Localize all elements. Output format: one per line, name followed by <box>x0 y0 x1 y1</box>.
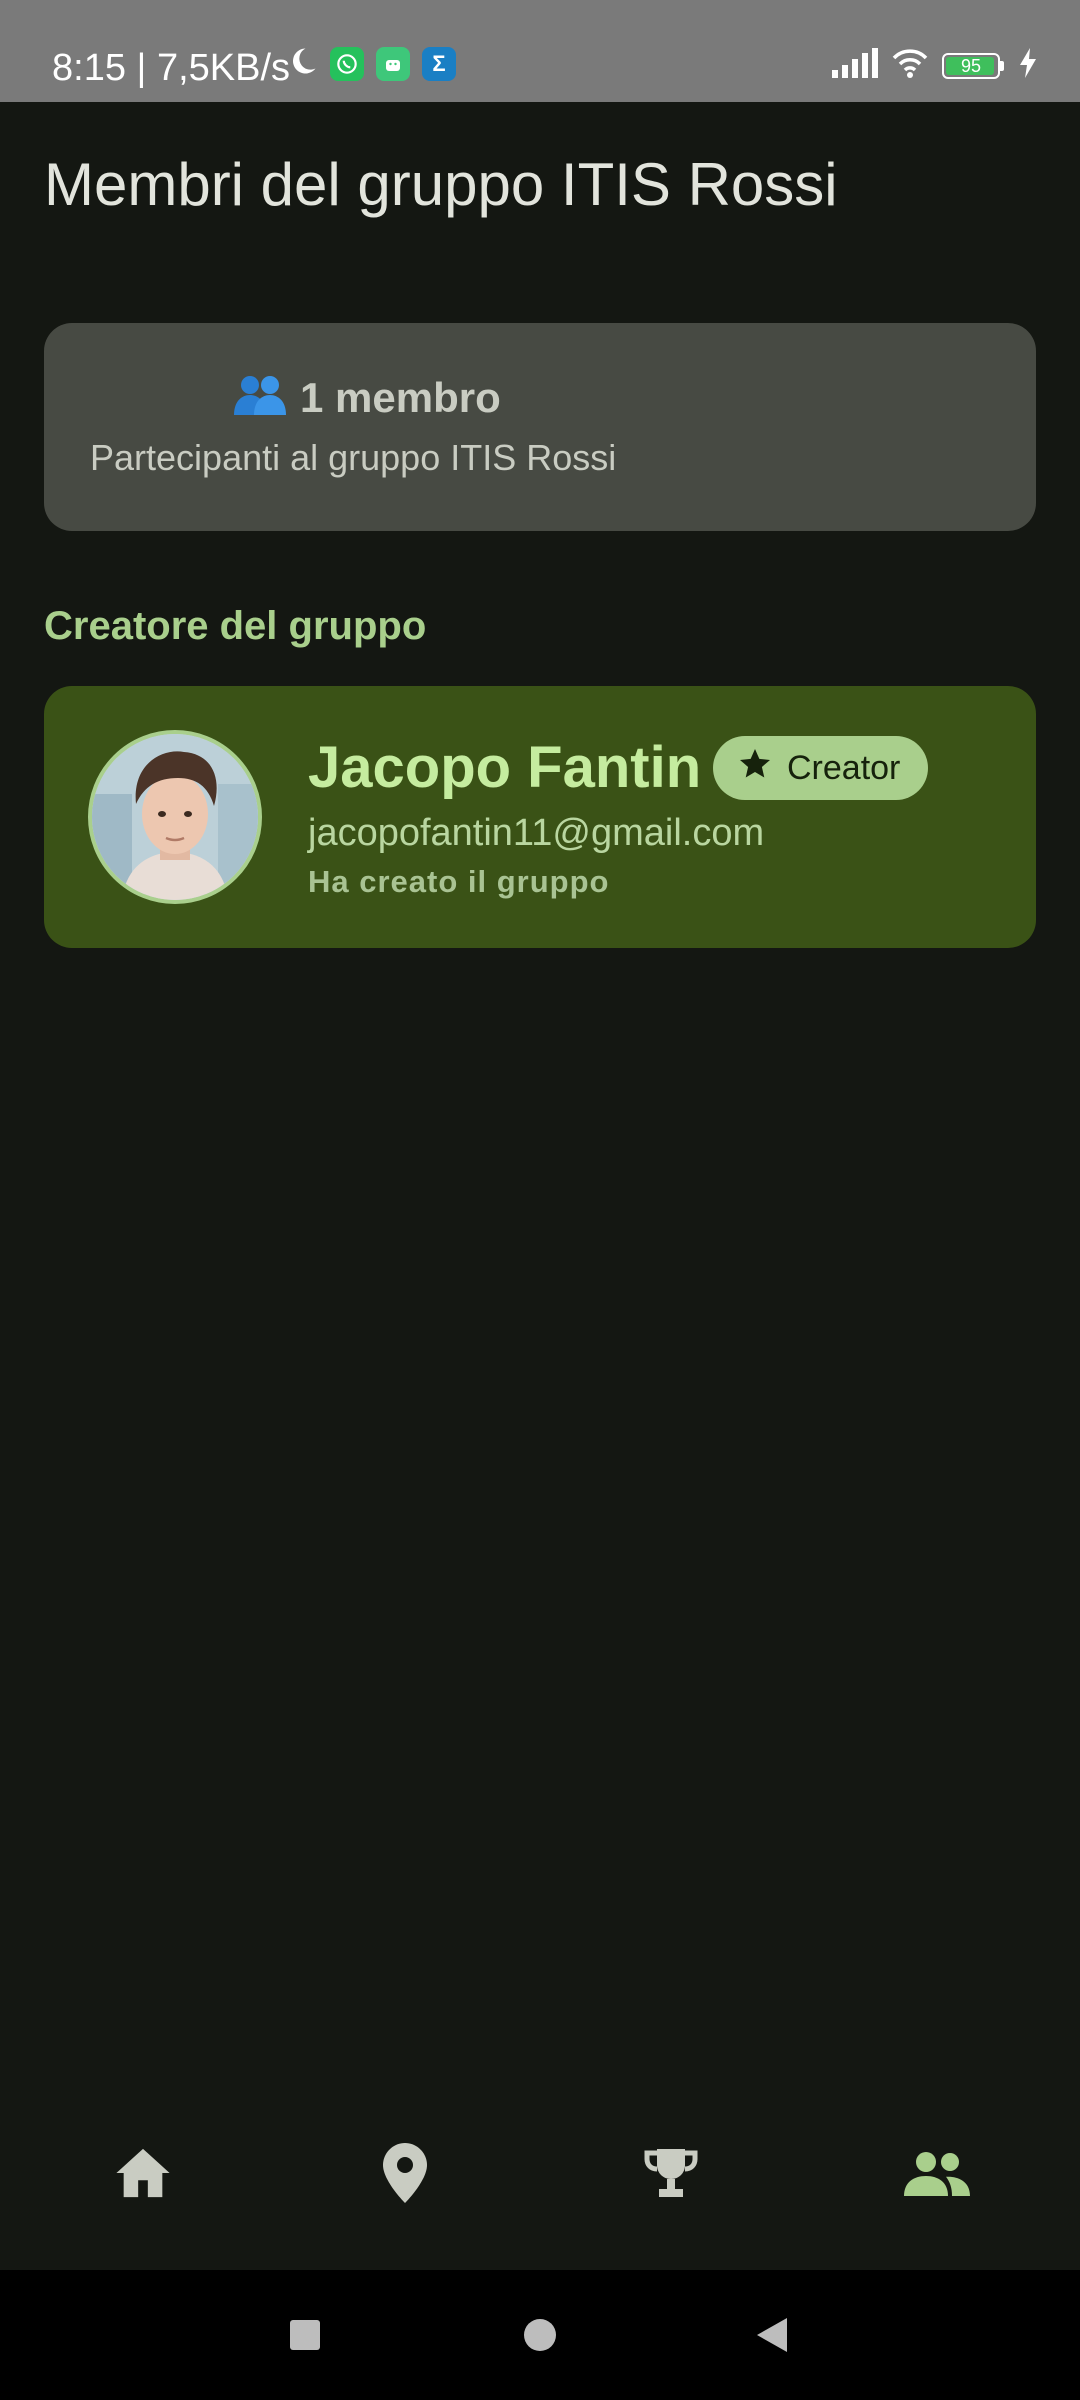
nav-map[interactable] <box>360 2135 450 2215</box>
nav-group[interactable] <box>892 2135 982 2215</box>
battery-icon: 95 <box>942 52 1004 79</box>
creator-note: Ha creato il gruppo <box>308 864 610 899</box>
creator-card[interactable]: Jacopo Fantin Creator jacopofantin11@gma… <box>44 686 1036 948</box>
recents-button[interactable] <box>280 2310 330 2360</box>
bottom-navigation <box>0 2080 1080 2270</box>
home-icon <box>114 2146 172 2205</box>
page-title: Membri del gruppo ITIS Rossi <box>44 151 838 218</box>
status-time: 8:15 | 7,5KB/s <box>52 47 291 89</box>
members-subtitle: Partecipanti al gruppo ITIS Rossi <box>90 437 617 478</box>
location-pin-icon <box>383 2142 427 2208</box>
home-button[interactable] <box>515 2310 565 2360</box>
nav-leaderboard[interactable] <box>626 2135 716 2215</box>
signal-icon <box>832 48 878 83</box>
group-icon <box>904 2150 970 2201</box>
sigma-app-icon: Σ <box>422 46 456 81</box>
creator-badge: Creator <box>713 736 929 800</box>
whatsapp-icon <box>330 46 364 81</box>
star-icon <box>737 746 773 791</box>
nav-home[interactable] <box>98 2135 188 2215</box>
members-count: 1 membro <box>300 373 501 421</box>
battery-level: 95 <box>960 55 982 76</box>
status-system-icons: 95 <box>832 48 1038 83</box>
creator-name: Jacopo Fantin <box>308 735 702 800</box>
moon-icon <box>288 46 318 81</box>
creator-section-title: Creatore del gruppo <box>44 604 427 648</box>
android-app-icon <box>376 46 410 81</box>
creator-email: jacopofantin11@gmail.com <box>308 812 765 854</box>
system-navigation-bar <box>0 2270 1080 2400</box>
members-count-card: 1 membro Partecipanti al gruppo ITIS Ros… <box>44 323 1036 531</box>
back-button[interactable] <box>748 2310 798 2360</box>
charging-icon <box>1018 48 1038 83</box>
avatar <box>88 730 262 904</box>
creator-badge-label: Creator <box>787 748 901 787</box>
status-notification-icons: Σ <box>288 46 456 81</box>
trophy-icon <box>643 2145 699 2206</box>
people-icon <box>234 373 286 422</box>
members-count-row: 1 membro <box>234 373 501 422</box>
wifi-icon <box>892 48 928 83</box>
status-bar: 8:15 | 7,5KB/s Σ 95 <box>0 0 1080 102</box>
